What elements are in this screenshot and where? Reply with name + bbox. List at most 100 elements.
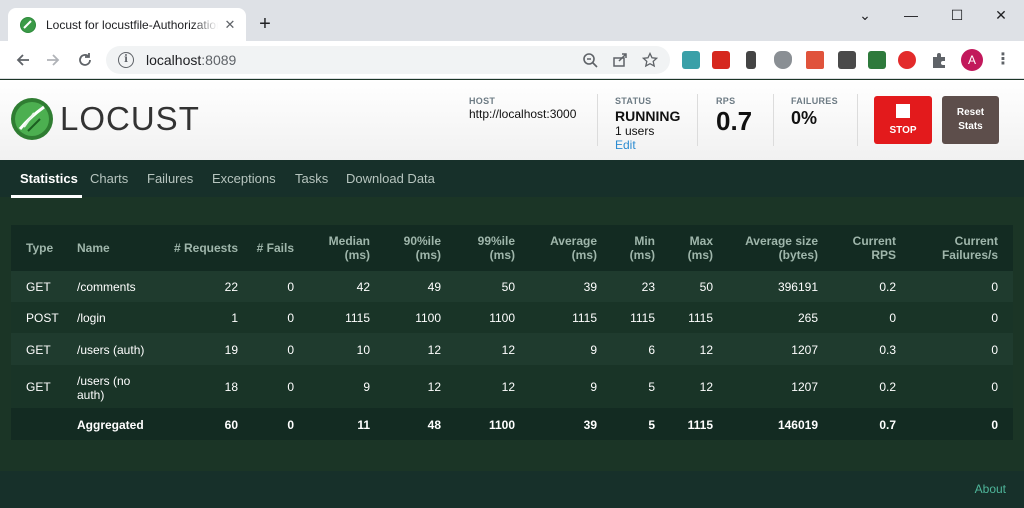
kebab-menu-icon[interactable]: ⋮ <box>995 50 1011 70</box>
divider <box>773 94 774 146</box>
cell-avg-size: 265 <box>797 311 818 325</box>
col-current-rps-l1: Current <box>852 234 896 248</box>
col-current-failures[interactable]: Current Failures/s <box>942 234 998 262</box>
tab-charts[interactable]: Charts <box>90 171 128 186</box>
cell-fails: 0 <box>287 380 294 394</box>
col-p99-l1: 99%ile <box>477 234 515 248</box>
close-window-icon[interactable]: ✕ <box>978 0 1024 30</box>
url-host: localhost <box>146 52 202 68</box>
cell-name: Aggregated <box>77 418 144 432</box>
host-label: HOST <box>469 96 496 106</box>
table-row: GET /users (no auth) 18 0 9 12 12 9 5 12 … <box>11 365 1013 408</box>
cell-average: 39 <box>583 280 597 294</box>
col-type[interactable]: Type <box>26 241 53 255</box>
stop-icon <box>896 104 910 118</box>
cell-current-rps: 0.3 <box>879 343 896 357</box>
cell-p90: 49 <box>427 280 441 294</box>
cell-requests: 60 <box>224 418 238 432</box>
col-p90-l2: (ms) <box>415 248 441 262</box>
cell-min: 5 <box>648 418 655 432</box>
cell-p99: 50 <box>501 280 515 294</box>
key-extension-icon[interactable] <box>746 51 756 69</box>
col-median[interactable]: Median (ms) <box>329 234 370 262</box>
puzzle-icon[interactable] <box>930 51 948 69</box>
stop-label: STOP <box>889 125 917 136</box>
cell-current-failures: 0 <box>991 280 998 294</box>
new-tab-button[interactable]: + <box>254 13 276 35</box>
back-icon[interactable] <box>10 47 36 73</box>
cell-max: 1115 <box>688 311 713 325</box>
cell-average: 9 <box>590 380 597 394</box>
forward-icon[interactable] <box>40 47 66 73</box>
tab-tasks[interactable]: Tasks <box>295 171 328 186</box>
cell-max: 12 <box>699 343 713 357</box>
cell-max: 50 <box>699 280 713 294</box>
reset-stats-button[interactable]: Reset Stats <box>942 96 999 144</box>
col-p90[interactable]: 90%ile (ms) <box>404 234 441 262</box>
extension-5-icon[interactable] <box>806 51 824 69</box>
ublock-extension-icon[interactable] <box>898 51 916 69</box>
tab-search-icon[interactable]: ⌄ <box>842 0 888 30</box>
cell-name: /users (no auth) <box>77 374 130 402</box>
cell-median: 9 <box>363 380 370 394</box>
cell-avg-size: 1207 <box>791 380 818 394</box>
locust-logo-text: LOCUST <box>60 100 200 137</box>
cell-fails: 0 <box>287 311 294 325</box>
profile-avatar[interactable]: A <box>961 49 983 71</box>
extension-6-icon[interactable] <box>838 51 856 69</box>
extension-7-icon[interactable] <box>868 51 886 69</box>
locust-favicon-icon <box>20 16 36 33</box>
col-median-l1: Median <box>328 234 370 248</box>
locust-nav: Statistics Charts Failures Exceptions Ta… <box>0 160 1024 197</box>
edit-link[interactable]: Edit <box>615 138 680 152</box>
cell-fails: 0 <box>287 418 294 432</box>
col-name[interactable]: Name <box>77 241 110 255</box>
col-avg-size-l1: Average size <box>745 234 818 248</box>
shield-extension-icon[interactable] <box>774 51 792 69</box>
pdf-extension-icon[interactable] <box>712 51 730 69</box>
col-p99[interactable]: 99%ile (ms) <box>478 234 515 262</box>
cell-max: 12 <box>699 380 713 394</box>
browser-tab[interactable]: Locust for locustfile-Authorization ✕ <box>8 8 246 41</box>
tab-failures[interactable]: Failures <box>147 171 193 186</box>
col-requests[interactable]: # Requests <box>174 241 238 255</box>
browser-toolbar: i localhost:8089 A ⋮ <box>0 41 1024 79</box>
address-bar[interactable]: i localhost:8089 <box>106 46 670 74</box>
zoom-icon[interactable] <box>581 52 599 70</box>
failures-value: 0% <box>791 108 818 128</box>
col-median-l2: (ms) <box>344 248 370 262</box>
col-min-l2: (ms) <box>629 248 655 262</box>
cell-p90: 12 <box>427 380 441 394</box>
cell-name: /comments <box>77 280 136 294</box>
about-link[interactable]: About <box>975 482 1006 496</box>
cell-median: 11 <box>357 418 370 432</box>
minimize-icon[interactable]: — <box>888 0 934 30</box>
cell-avg-size: 396191 <box>777 280 818 294</box>
col-fails[interactable]: # Fails <box>257 241 294 255</box>
tab-close-icon[interactable]: ✕ <box>222 17 238 33</box>
users-count: 1 users <box>615 124 655 138</box>
col-min[interactable]: Min (ms) <box>630 234 655 262</box>
col-average[interactable]: Average (ms) <box>550 234 597 262</box>
tab-download-data[interactable]: Download Data <box>346 171 435 186</box>
star-icon[interactable] <box>641 51 659 70</box>
col-current-rps[interactable]: Current RPS <box>853 234 896 262</box>
cell-requests: 1 <box>231 311 238 325</box>
col-avg-size[interactable]: Average size (bytes) <box>745 234 818 262</box>
tab-statistics[interactable]: Statistics <box>20 171 78 186</box>
footer: About <box>0 471 1024 508</box>
info-icon[interactable]: i <box>118 52 134 68</box>
maximize-icon[interactable]: ☐ <box>934 0 980 30</box>
share-icon[interactable] <box>611 52 629 70</box>
cell-requests: 18 <box>224 380 238 394</box>
tab-exceptions[interactable]: Exceptions <box>212 171 276 186</box>
host-stat: HOST http://localhost:3000 <box>469 96 576 121</box>
stop-button[interactable]: STOP <box>874 96 932 144</box>
cell-average: 39 <box>583 418 597 432</box>
table-row: GET /users (auth) 19 0 10 12 12 9 6 12 1… <box>11 333 1013 365</box>
cell-p90: 12 <box>427 343 441 357</box>
cell-type: GET <box>26 280 51 294</box>
col-max[interactable]: Max (ms) <box>688 234 713 262</box>
extension-1-icon[interactable] <box>682 51 700 69</box>
reload-icon[interactable] <box>72 47 98 73</box>
